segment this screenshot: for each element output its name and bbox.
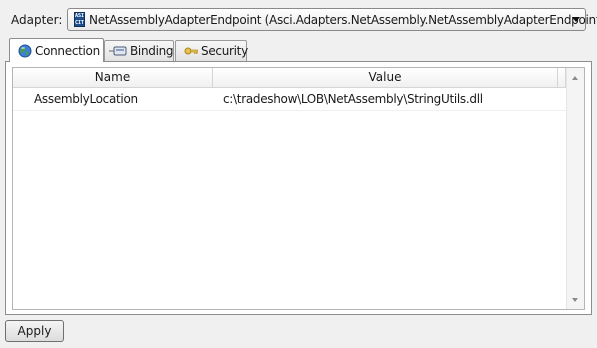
grid-header: Name Value [13,68,566,88]
properties-grid: Name Value AssemblyLocation c:\tradeshow… [12,67,585,310]
adapter-dropdown[interactable]: ASI CIT NetAssemblyAdapterEndpoint (Asci… [67,8,597,31]
header-filler [558,68,566,87]
column-header-value[interactable]: Value [213,68,558,87]
scroll-down-icon[interactable] [572,298,578,302]
tab-binding[interactable]: Binding [104,40,174,61]
chevron-down-icon[interactable] [572,17,580,22]
adapter-icon-text-top: ASI [75,12,85,19]
tab-binding-label: Binding [130,44,174,58]
scroll-up-icon[interactable] [572,76,578,80]
row-value-cell[interactable]: c:\tradeshow\LOB\NetAssembly\StringUtils… [223,88,483,110]
adapter-label: Adapter: [11,13,63,27]
tab-connection-label: Connection [35,43,100,58]
tab-security[interactable]: Security [175,40,248,61]
adapter-selected-value: NetAssemblyAdapterEndpoint (Asci.Adapter… [89,12,597,27]
binding-icon [109,46,127,56]
column-header-name[interactable]: Name [13,68,213,87]
asci-adapter-icon: ASI CIT [74,12,86,27]
key-icon [184,46,198,56]
row-name-cell: AssemblyLocation [34,92,138,106]
apply-button[interactable]: Apply [5,320,64,342]
vertical-scrollbar[interactable] [566,68,584,309]
tab-security-label: Security [201,44,248,58]
table-row[interactable]: AssemblyLocation c:\tradeshow\LOB\NetAss… [13,88,566,111]
tab-connection[interactable]: Connection [9,38,104,62]
adapter-icon-text-bottom: CIT [75,19,85,26]
connection-panel: Name Value AssemblyLocation c:\tradeshow… [5,61,592,315]
globe-icon [18,44,32,58]
